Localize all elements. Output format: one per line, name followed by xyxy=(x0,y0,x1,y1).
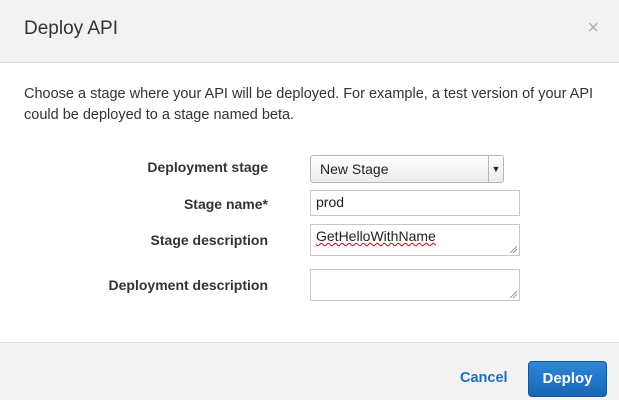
deployment-description-textarea[interactable] xyxy=(310,269,520,301)
dialog-header: Deploy API × xyxy=(0,0,619,63)
stage-description-textarea[interactable]: GetHelloWithName xyxy=(310,224,520,256)
deployment-stage-select[interactable]: New Stage ▼ xyxy=(310,155,504,183)
deploy-button[interactable]: Deploy xyxy=(528,361,607,397)
stage-name-input[interactable]: prod xyxy=(310,190,520,216)
stage-name-label: Stage name* xyxy=(183,196,268,212)
deployment-description-label: Deployment description xyxy=(108,277,268,293)
stage-description-value: GetHelloWithName xyxy=(316,228,436,244)
dialog-intro-text: Choose a stage where your API will be de… xyxy=(24,86,594,123)
resize-grip-icon[interactable] xyxy=(509,290,517,298)
dropdown-arrow-icon: ▼ xyxy=(488,156,503,182)
deployment-stage-selected-value: New Stage xyxy=(320,161,389,177)
resize-grip-icon[interactable] xyxy=(509,245,517,253)
dialog-title: Deploy API xyxy=(24,18,118,39)
deployment-stage-label: Deployment stage xyxy=(147,159,268,175)
close-icon[interactable]: × xyxy=(587,18,599,38)
cancel-button[interactable]: Cancel xyxy=(460,370,508,386)
stage-name-value: prod xyxy=(316,194,345,210)
stage-description-label: Stage description xyxy=(150,232,268,248)
deploy-api-dialog: Deploy API × Choose a stage where your A… xyxy=(0,0,619,400)
dialog-footer: Cancel Deploy xyxy=(0,342,619,400)
